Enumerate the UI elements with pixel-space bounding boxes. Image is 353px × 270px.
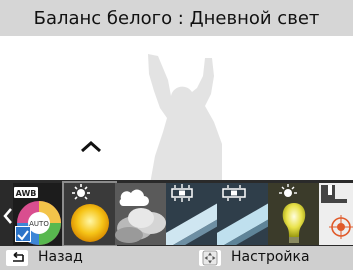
preset-tungsten[interactable] [268, 183, 319, 245]
return-arrow-icon [13, 252, 24, 262]
preset-cloudy[interactable] [115, 183, 166, 245]
preset-daylight[interactable] [62, 181, 117, 247]
preset-fluorescent-l[interactable] [217, 183, 268, 245]
dpad-icon [202, 250, 218, 266]
screen-title: Баланс белого : Дневной свет [33, 7, 320, 29]
chevron-up-icon[interactable] [79, 140, 103, 154]
chevron-left-icon[interactable] [3, 207, 13, 225]
custom-wb-icon [319, 183, 353, 245]
preset-custom[interactable] [319, 183, 353, 245]
back-button[interactable] [6, 250, 28, 266]
svg-text:AUTO: AUTO [29, 220, 49, 228]
fluorescent-h-icon [166, 183, 217, 245]
title-bar: Баланс белого : Дневной свет [0, 0, 353, 36]
preview-scene [0, 36, 353, 184]
sun-icon [64, 183, 115, 245]
svg-text:AWB: AWB [16, 189, 37, 198]
bottom-bar: Назад Настройка [0, 246, 353, 270]
settings-label: Настройка [231, 249, 310, 265]
bulb-icon [268, 183, 319, 245]
person-silhouette [148, 54, 222, 184]
preset-fluorescent-h[interactable] [166, 183, 217, 245]
selected-check-icon [15, 226, 31, 242]
settings-button[interactable] [199, 250, 221, 266]
fluorescent-l-icon [217, 183, 268, 245]
back-label: Назад [38, 249, 83, 265]
cloud-icon [115, 183, 166, 245]
